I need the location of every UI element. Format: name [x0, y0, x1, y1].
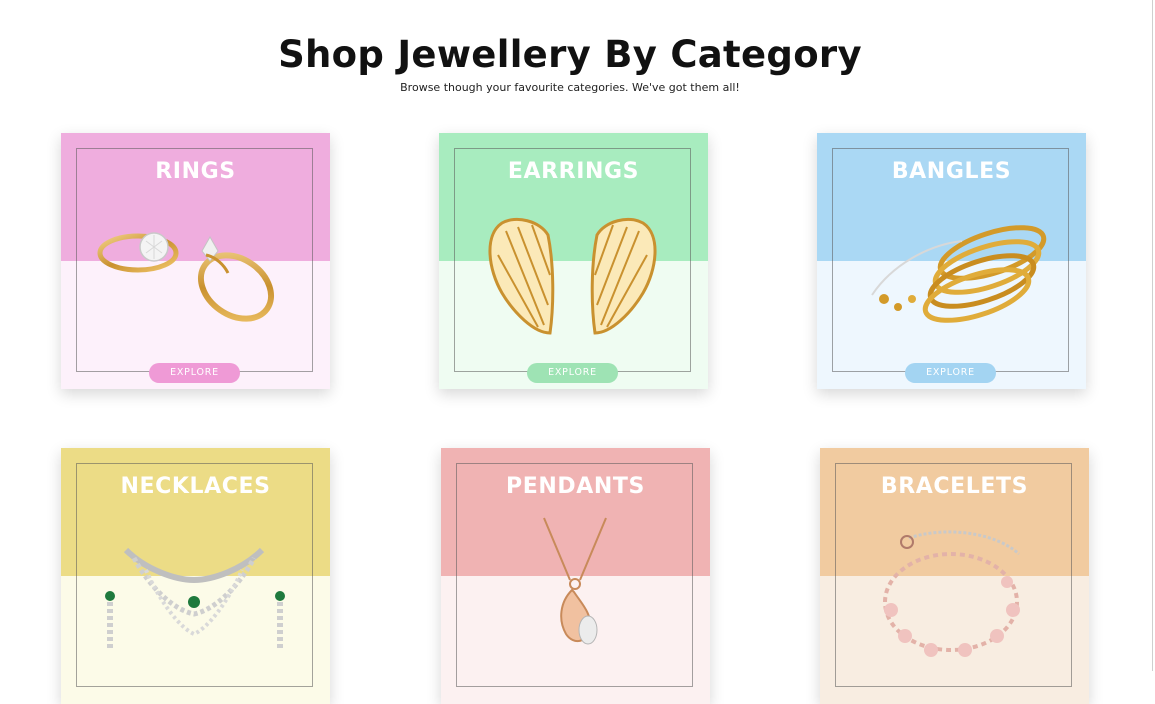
category-label: RINGS: [155, 159, 236, 184]
category-card-necklaces[interactable]: NECKLACES: [61, 448, 330, 704]
pendant-icon: [543, 517, 607, 645]
page-title: Shop Jewellery By Category: [278, 32, 862, 76]
category-card-bangles[interactable]: BANGLES EXPLORE: [817, 133, 1086, 389]
category-card-bracelets[interactable]: BRACELETS: [820, 448, 1089, 704]
page-right-border: [1152, 0, 1153, 671]
earrings-icon: [488, 218, 657, 335]
category-label: EARRINGS: [507, 159, 640, 184]
category-card-pendants[interactable]: PENDANTS: [441, 448, 710, 704]
page-subtitle: Browse though your favourite categories.…: [400, 81, 740, 94]
category-label: PENDANTS: [506, 474, 645, 499]
category-card-earrings[interactable]: EARRINGS EXPLORE: [439, 133, 708, 389]
category-label: NECKLACES: [120, 474, 271, 499]
category-card-rings[interactable]: RINGS EXPLORE: [61, 133, 330, 389]
category-label: BRACELETS: [880, 474, 1029, 499]
explore-button[interactable]: EXPLORE: [149, 363, 240, 383]
explore-button[interactable]: EXPLORE: [527, 363, 618, 383]
category-label: BANGLES: [891, 159, 1012, 184]
rings-icon: [97, 232, 275, 322]
bracelet-icon: [883, 530, 1021, 657]
explore-button[interactable]: EXPLORE: [905, 363, 996, 383]
bangles-icon: [871, 225, 1047, 323]
necklace-icon: [105, 547, 285, 650]
